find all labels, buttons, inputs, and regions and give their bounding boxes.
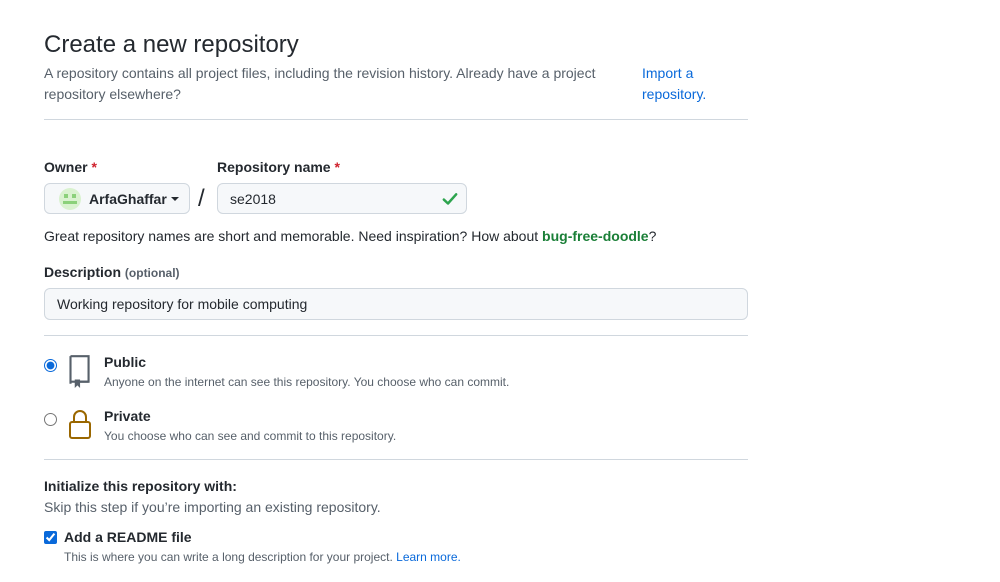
divider — [44, 335, 748, 336]
readme-checkbox[interactable] — [44, 531, 57, 544]
avatar — [59, 187, 81, 210]
repo-name-label: Repository name * — [217, 159, 340, 175]
name-hint: Great repository names are short and mem… — [44, 228, 656, 244]
description-input[interactable] — [44, 288, 748, 320]
import-repository-link[interactable]: Import a repository. — [642, 63, 732, 105]
owner-dropdown[interactable]: ArfaGhaffar — [44, 183, 190, 214]
learn-more-link[interactable]: Learn more. — [396, 550, 461, 564]
owner-label: Owner * — [44, 159, 97, 175]
hint-suffix: ? — [648, 228, 657, 244]
readme-desc: This is where you can write a long descr… — [64, 550, 461, 564]
initialize-title: Initialize this repository with: — [44, 478, 237, 494]
hint-text: Great repository names are short and mem… — [44, 228, 543, 244]
private-radio[interactable] — [44, 413, 57, 426]
chevron-down-icon — [170, 196, 179, 201]
optional-tag: (optional) — [124, 266, 180, 280]
page-title: Create a new repository — [44, 31, 299, 58]
required-mark: * — [91, 159, 97, 175]
required-mark: * — [334, 159, 340, 175]
public-desc: Anyone on the internet can see this repo… — [104, 375, 510, 389]
divider — [44, 119, 748, 120]
divider — [44, 459, 748, 460]
readme-desc-text: This is where you can write a long descr… — [64, 550, 397, 564]
private-title: Private — [104, 408, 151, 424]
description-label-text: Description — [44, 264, 122, 280]
private-desc: You choose who can see and commit to thi… — [104, 429, 397, 443]
repo-name-input[interactable] — [217, 183, 467, 214]
page-subtitle: A repository contains all project files,… — [44, 65, 596, 102]
description-label: Description (optional) — [44, 264, 180, 280]
initialize-subtitle: Skip this step if you’re importing an ex… — [44, 499, 381, 515]
owner-name: ArfaGhaffar — [89, 190, 167, 207]
public-radio[interactable] — [44, 359, 57, 372]
suggested-name[interactable]: bug-free-doodle — [542, 228, 649, 244]
owner-label-text: Owner — [44, 159, 88, 175]
repo-name-label-text: Repository name — [217, 159, 331, 175]
repo-icon — [69, 355, 90, 388]
check-icon — [442, 193, 458, 205]
owner-repo-separator: / — [198, 185, 205, 212]
readme-label[interactable]: Add a README file — [64, 529, 192, 545]
lock-icon — [69, 410, 91, 439]
public-title: Public — [104, 354, 147, 370]
